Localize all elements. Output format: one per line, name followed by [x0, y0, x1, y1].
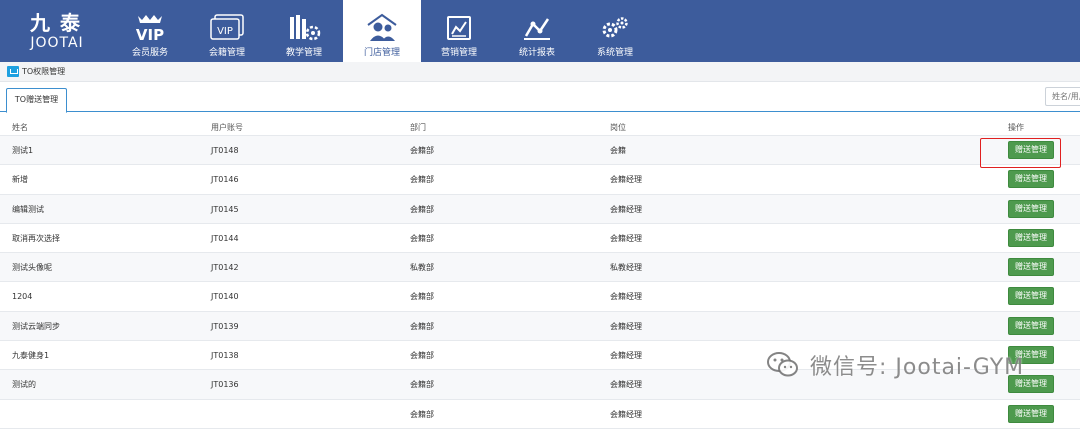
column-header-account: 用户账号: [211, 123, 243, 132]
vip-icon: VIP: [111, 14, 189, 42]
cell-position: 会籍: [610, 146, 626, 155]
table-row: 新增 JT0146 会籍部 会籍经理 赠送管理: [0, 165, 1080, 195]
nav-item-marketing-management[interactable]: 营销管理: [420, 0, 498, 62]
gift-management-button[interactable]: 赠送管理: [1008, 199, 1054, 218]
cell-account: JT0146: [211, 175, 239, 185]
cell-name: 1204: [12, 292, 33, 302]
gift-management-button[interactable]: 赠送管理: [1008, 316, 1054, 335]
cell-name: 测试的: [12, 380, 36, 390]
cell-department: 会籍部: [410, 409, 434, 419]
table-row: 测试云端同步 JT0139 会籍部 会籍经理 赠送管理: [0, 311, 1080, 342]
gift-management-button[interactable]: 赠送管理: [1008, 141, 1054, 159]
cell-position: 会籍经理: [610, 321, 642, 331]
breadcrumb: TO权限管理: [0, 62, 1080, 82]
cell-name: 取消再次选择: [12, 233, 60, 243]
cell-position: 会籍经理: [610, 292, 642, 302]
cell-name: 编辑测试: [12, 204, 44, 214]
cell-account: JT0139: [211, 321, 239, 331]
tab-to-gift-management[interactable]: TO赠送管理: [6, 88, 67, 113]
table-row: 会籍部 会籍经理 赠送管理: [0, 399, 1080, 429]
nav-item-system-management[interactable]: 系统管理: [576, 0, 654, 62]
store-users-icon: [343, 13, 421, 42]
cell-position: 会籍经理: [610, 233, 642, 243]
nav-item-store-management[interactable]: 门店管理: [343, 0, 421, 62]
cell-name: 九泰健身1: [12, 351, 50, 361]
line-stats-icon: [498, 14, 576, 42]
table-row: 测试的 JT0136 会籍部 会籍经理 赠送管理: [0, 370, 1080, 400]
nav-label: 会籍管理: [208, 48, 245, 58]
cell-department: 会籍部: [410, 233, 434, 243]
tab-strip: TO赠送管理: [0, 82, 1080, 113]
cell-position: 会籍经理: [610, 175, 642, 185]
gears-icon: [576, 14, 654, 42]
cell-department: 会籍部: [410, 321, 434, 331]
nav-label: 系统管理: [596, 48, 633, 58]
cell-department: 会籍部: [410, 380, 434, 390]
nav-item-statistics-reports[interactable]: 统计报表: [498, 0, 576, 62]
gift-management-button[interactable]: 赠送管理: [1008, 228, 1054, 247]
column-header-department: 部门: [410, 123, 426, 132]
nav-item-member-service[interactable]: VIP 会员服务: [111, 0, 189, 62]
nav-item-teaching-management[interactable]: 教学管理: [265, 0, 343, 62]
svg-text:VIP: VIP: [136, 26, 164, 42]
logo-english-text: JOOTAI: [30, 35, 84, 51]
gift-management-button[interactable]: 赠送管理: [1008, 258, 1054, 277]
nav-label: 统计报表: [518, 48, 555, 58]
table-row: 九泰健身1 JT0138 会籍部 会籍经理 赠送管理: [0, 341, 1080, 371]
top-navigation-bar: 九泰 JOOTAI VIP 会员服务 VIP 会籍管理 教学管理 门店管理 营销…: [0, 0, 1080, 62]
cell-name: 测试头像呢: [12, 263, 52, 273]
staff-table: 姓名 用户账号 部门 岗位 操作 测试1 JT0148 会籍部 会籍 赠送管理 新增 JT0…: [0, 118, 1080, 429]
column-header-position: 岗位: [610, 123, 626, 132]
search-input[interactable]: [1045, 87, 1080, 106]
table-row: 测试头像呢 JT0142 私教部 私教经理 赠送管理: [0, 253, 1080, 283]
cell-position: 会籍经理: [610, 380, 642, 390]
gift-management-button[interactable]: 赠送管理: [1008, 404, 1054, 423]
nav-item-membership-management[interactable]: VIP 会籍管理: [188, 0, 266, 62]
cell-account: JT0144: [211, 233, 239, 243]
table-body: 测试1 JT0148 会籍部 会籍 赠送管理 新增 JT0146 会籍部 会籍经理 赠送管理 编辑测…: [0, 136, 1080, 429]
chart-board-icon: [420, 14, 498, 42]
cell-account: JT0136: [211, 380, 239, 390]
breadcrumb-title: TO权限管理: [22, 67, 66, 76]
cell-position: 会籍经理: [610, 351, 642, 361]
cell-account: JT0142: [211, 263, 239, 273]
cell-account: JT0138: [211, 351, 239, 361]
cell-department: 会籍部: [410, 292, 434, 302]
cell-account: JT0145: [211, 204, 239, 214]
gift-management-button[interactable]: 赠送管理: [1008, 170, 1054, 189]
column-header-actions: 操作: [1008, 123, 1024, 132]
cell-account: JT0148: [211, 146, 239, 155]
table-row: 编辑测试 JT0145 会籍部 会籍经理 赠送管理: [0, 194, 1080, 224]
cell-name: 测试云端同步: [12, 321, 60, 331]
monitor-icon: [7, 66, 19, 77]
table-header: 姓名 用户账号 部门 岗位 操作: [0, 118, 1080, 136]
table-row: 测试1 JT0148 会籍部 会籍 赠送管理: [0, 136, 1080, 166]
gift-management-button[interactable]: 赠送管理: [1008, 375, 1054, 394]
column-header-name: 姓名: [12, 123, 28, 132]
svg-text:VIP: VIP: [217, 26, 233, 37]
table-row: 取消再次选择 JT0144 会籍部 会籍经理 赠送管理: [0, 223, 1080, 254]
cell-position: 会籍经理: [610, 409, 642, 419]
cell-department: 会籍部: [410, 175, 434, 185]
cell-department: 会籍部: [410, 351, 434, 361]
gift-management-button[interactable]: 赠送管理: [1008, 287, 1054, 306]
nav-label: 教学管理: [285, 48, 322, 58]
cell-department: 会籍部: [410, 204, 434, 214]
cell-name: 测试1: [12, 146, 34, 155]
cell-department: 会籍部: [410, 146, 434, 155]
books-gear-icon: [265, 14, 343, 42]
vip-card-icon: VIP: [188, 14, 266, 42]
cell-department: 私教部: [410, 263, 434, 273]
cell-position: 私教经理: [610, 263, 642, 273]
jootai-logo: 九泰 JOOTAI: [22, 12, 92, 54]
cell-position: 会籍经理: [610, 204, 642, 214]
logo-chinese-text: 九泰: [30, 11, 90, 35]
gift-management-button[interactable]: 赠送管理: [1008, 346, 1054, 365]
cell-account: JT0140: [211, 292, 239, 302]
nav-label: 会员服务: [131, 48, 168, 58]
table-row: 1204 JT0140 会籍部 会籍经理 赠送管理: [0, 282, 1080, 312]
nav-label: 门店管理: [363, 48, 400, 58]
nav-label: 营销管理: [440, 48, 477, 58]
cell-name: 新增: [12, 175, 28, 185]
